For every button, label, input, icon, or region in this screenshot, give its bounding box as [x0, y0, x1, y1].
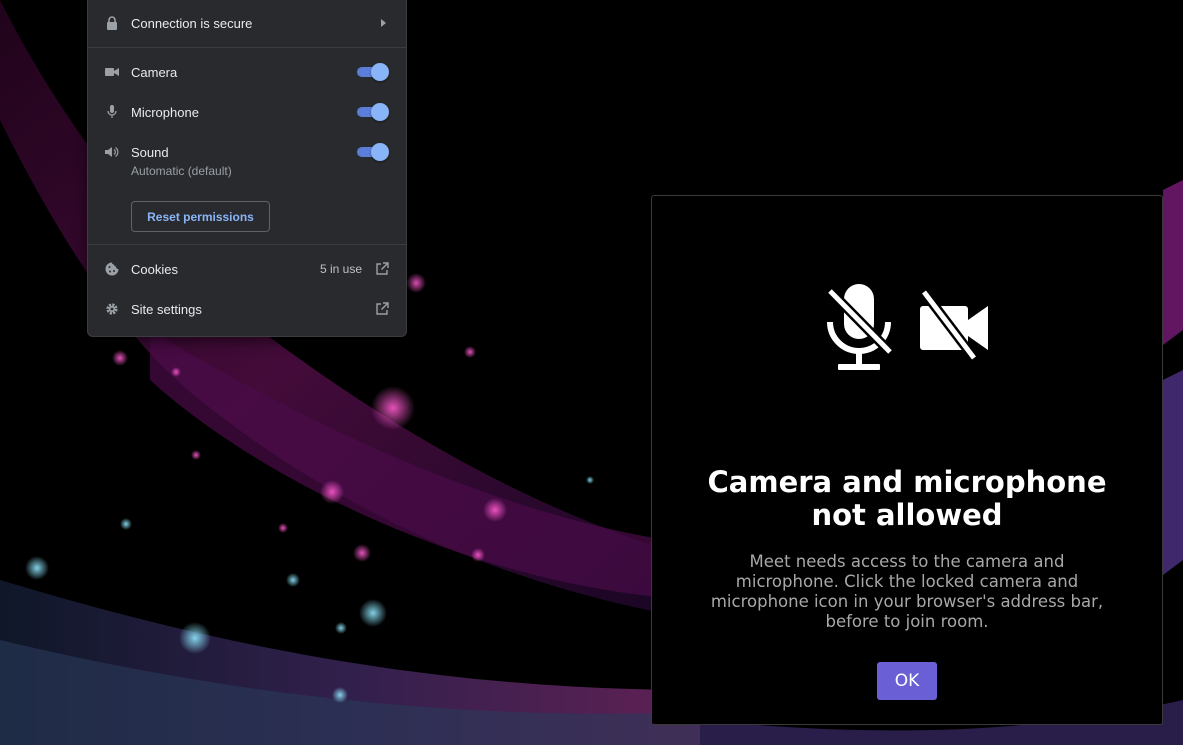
dialog-title-line: not allowed	[811, 498, 1003, 532]
dialog-title-line: Camera and microphone	[707, 465, 1107, 499]
gear-icon	[104, 301, 120, 317]
permission-row-camera: Camera	[88, 52, 406, 92]
microphone-off-icon	[826, 284, 894, 370]
cookies-row[interactable]: Cookies 5 in use	[88, 249, 406, 289]
divider	[88, 47, 406, 48]
permission-label: Camera	[131, 64, 178, 80]
media-blocked-icons	[826, 284, 988, 370]
sound-sublabel: Automatic (default)	[131, 164, 232, 178]
chevron-right-icon	[381, 19, 386, 27]
sound-toggle[interactable]	[355, 143, 389, 161]
dialog-message-line: Meet needs access to the camera and	[749, 552, 1065, 571]
open-external-icon	[375, 262, 389, 276]
site-settings-row[interactable]: Site settings	[88, 289, 406, 329]
cookie-icon	[104, 261, 120, 277]
dialog-message-line: microphone. Click the locked camera and	[735, 572, 1079, 591]
camera-icon	[104, 64, 120, 80]
permission-label: Microphone	[131, 104, 199, 120]
cookies-count: 5 in use	[319, 262, 362, 276]
cookies-label: Cookies	[131, 261, 178, 277]
desktop: Connection is secure Camera Microphone S…	[0, 0, 1183, 745]
camera-off-icon	[920, 288, 988, 362]
site-info-popup: Connection is secure Camera Microphone S…	[87, 0, 407, 337]
camera-toggle[interactable]	[355, 63, 389, 81]
speaker-icon	[104, 144, 120, 160]
lock-icon	[104, 15, 120, 31]
permission-row-microphone: Microphone	[88, 92, 406, 132]
microphone-toggle[interactable]	[355, 103, 389, 121]
dialog-title: Camera and microphone not allowed	[652, 466, 1162, 532]
permission-label: Sound	[131, 144, 169, 160]
site-settings-label: Site settings	[131, 301, 202, 317]
connection-label: Connection is secure	[131, 15, 253, 31]
microphone-icon	[104, 104, 120, 120]
dialog-message-line: before to join room.	[825, 612, 989, 631]
divider	[88, 244, 406, 245]
open-external-icon	[375, 302, 389, 316]
dialog-message: Meet needs access to the camera and micr…	[682, 552, 1132, 632]
ok-button[interactable]: OK	[877, 662, 937, 700]
connection-row[interactable]: Connection is secure	[88, 3, 406, 43]
dialog-message-line: microphone icon in your browser's addres…	[710, 592, 1104, 611]
reset-permissions-button[interactable]: Reset permissions	[131, 201, 270, 232]
permission-denied-dialog: Camera and microphone not allowed Meet n…	[651, 195, 1163, 725]
